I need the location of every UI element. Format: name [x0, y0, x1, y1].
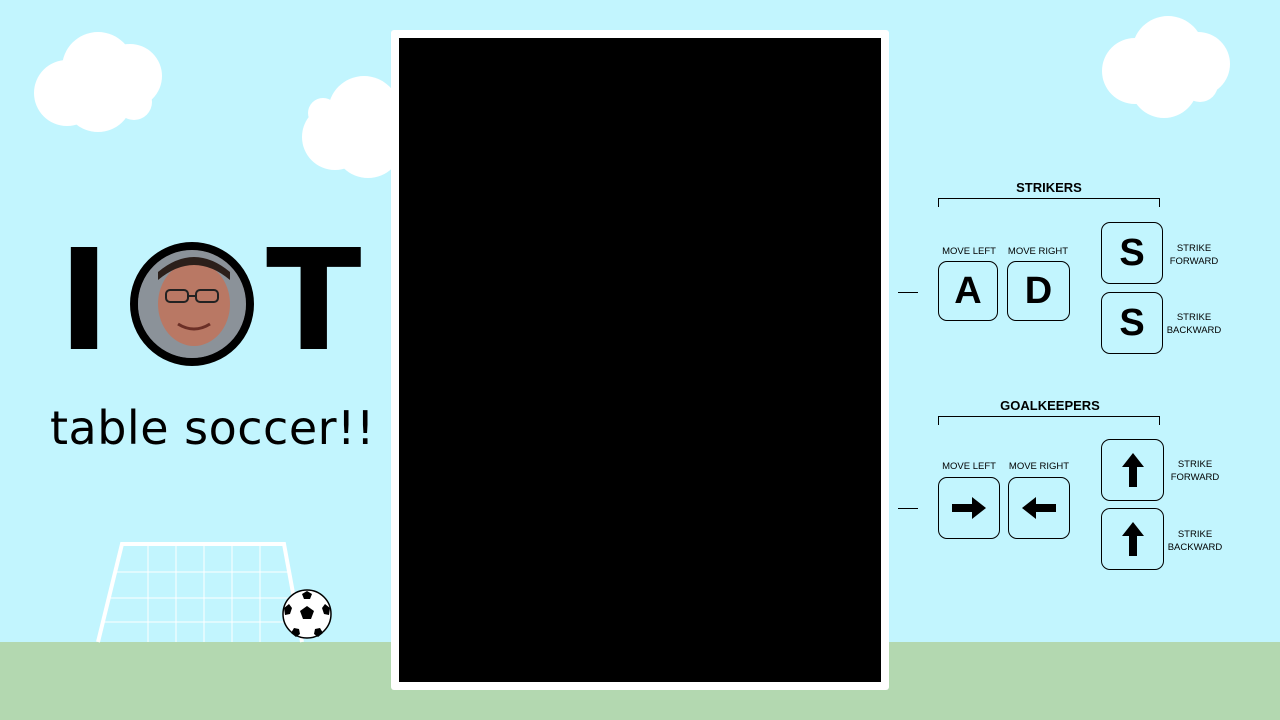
- game-canvas[interactable]: [399, 38, 881, 682]
- key-up-arrow-forward[interactable]: [1101, 439, 1164, 501]
- gk-strike-backward-line-1: STRIKE: [1177, 529, 1213, 540]
- strike-backward-line-1: STRIKE: [1176, 312, 1212, 323]
- right-arrow-icon: [952, 497, 986, 519]
- soccer-ball-icon: [282, 589, 332, 639]
- goalkeepers-tick: [898, 508, 918, 509]
- gk-strike-forward-line-2: FORWARD: [1170, 472, 1220, 483]
- gk-strike-backward-line-2: BACKWARD: [1167, 542, 1223, 553]
- key-left-arrow[interactable]: [1008, 477, 1070, 539]
- cloud-middle: [302, 74, 402, 178]
- up-arrow-icon: [1121, 522, 1144, 556]
- goalkeepers-move-left-label: MOVE LEFT: [942, 461, 996, 472]
- goalkeepers-move-right-label: MOVE RIGHT: [1008, 461, 1070, 472]
- game-frame: [391, 30, 889, 690]
- key-s-backward[interactable]: S: [1101, 292, 1163, 354]
- strike-forward-line-1: STRIKE: [1176, 243, 1212, 254]
- key-d[interactable]: D: [1007, 261, 1070, 321]
- key-s-forward[interactable]: S: [1101, 222, 1163, 284]
- cloud-left: [34, 30, 164, 134]
- goalkeepers-strike-backward-label: STRIKE BACKWARD: [1165, 528, 1225, 554]
- strikers-strike-backward-label: STRIKE BACKWARD: [1164, 311, 1224, 337]
- subtitle: table soccer!!: [50, 401, 375, 455]
- title-letter-t: T: [266, 220, 362, 383]
- strikers-tick: [898, 292, 918, 293]
- up-arrow-icon: [1121, 453, 1144, 487]
- goalkeepers-bracket: [938, 416, 1160, 425]
- goalkeepers-strike-forward-label: STRIKE FORWARD: [1167, 458, 1223, 484]
- game-title: I T: [48, 232, 368, 372]
- key-up-arrow-backward[interactable]: [1101, 508, 1164, 570]
- title-letter-i: I: [58, 220, 111, 383]
- strikers-move-right-label: MOVE RIGHT: [1007, 246, 1069, 257]
- key-a[interactable]: A: [938, 261, 998, 321]
- strikers-heading: STRIKERS: [1016, 180, 1082, 195]
- strike-backward-line-2: BACKWARD: [1166, 325, 1222, 336]
- strikers-move-left-label: MOVE LEFT: [942, 246, 996, 257]
- goalkeepers-heading: GOALKEEPERS: [1000, 398, 1100, 413]
- cloud-right: [1100, 16, 1232, 120]
- avatar: [130, 242, 254, 366]
- strike-forward-line-2: FORWARD: [1169, 256, 1219, 267]
- strikers-bracket: [938, 198, 1160, 207]
- strikers-strike-forward-label: STRIKE FORWARD: [1166, 242, 1222, 268]
- gk-strike-forward-line-1: STRIKE: [1177, 459, 1213, 470]
- key-right-arrow[interactable]: [938, 477, 1000, 539]
- left-arrow-icon: [1022, 497, 1056, 519]
